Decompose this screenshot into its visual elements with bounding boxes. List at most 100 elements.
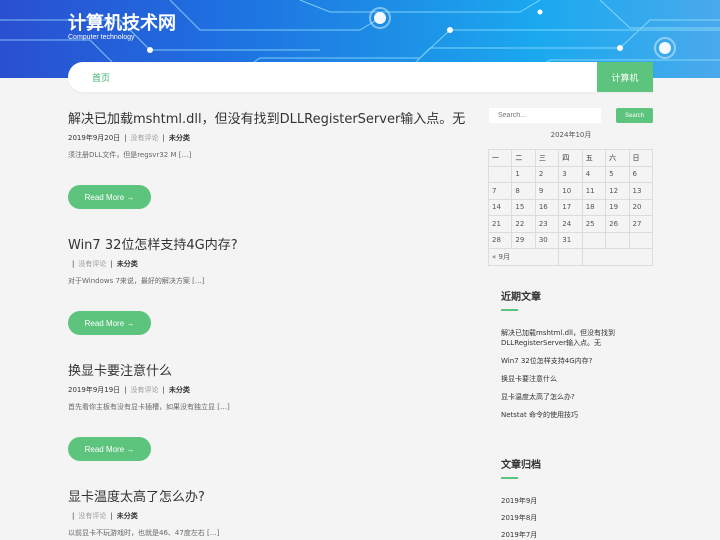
calendar-day-cell: 16 xyxy=(534,198,560,216)
post-article: Win7 32位怎样支持4G内存? | 没有评论 | 未分类 对于Windows 7来… xyxy=(68,234,458,286)
calendar-day-cell: 9 xyxy=(534,182,560,200)
calendar-day-cell: 14 xyxy=(487,198,513,216)
calendar-day-cell: 3 xyxy=(558,165,583,183)
weekday-label: 五 xyxy=(581,149,607,167)
meta-separator: | xyxy=(162,134,165,142)
post-comments-link[interactable]: 没有评论 xyxy=(78,260,106,268)
search-input[interactable] xyxy=(489,108,601,123)
weekday-label: 二 xyxy=(511,149,536,167)
archives-title: 文章归档 xyxy=(501,460,541,471)
calendar-cell xyxy=(558,248,583,266)
meta-separator: | xyxy=(72,260,75,268)
post-date[interactable]: 2019年9月20日 xyxy=(68,134,120,142)
calendar-day-cell: 1 xyxy=(511,165,536,183)
post-category-link[interactable]: 未分类 xyxy=(117,260,138,268)
calendar-day-cell: 22 xyxy=(511,215,536,233)
meta-separator: | xyxy=(72,512,75,520)
calendar-week-row: 123456 xyxy=(487,165,654,183)
recent-post-link[interactable]: Netstat 命令的使用技巧 xyxy=(501,410,651,420)
post-date[interactable]: 2019年9月19日 xyxy=(68,386,120,394)
post-title[interactable]: 解决已加载mshtml.dll，但没有找到DLLRegisterServer输入… xyxy=(68,108,465,127)
calendar-day-cell: 20 xyxy=(628,198,654,216)
calendar-day-cell: 18 xyxy=(581,198,607,216)
recent-posts-title: 近期文章 xyxy=(501,292,541,303)
read-more-button[interactable]: Read More → xyxy=(68,311,151,335)
calendar-caption: 2024年10月 xyxy=(550,131,592,139)
calendar-day-cell: 4 xyxy=(581,165,607,183)
archive-link[interactable]: 2019年9月 xyxy=(501,496,651,506)
calendar-day-cell xyxy=(487,165,513,183)
post-excerpt: 以前显卡不玩游戏时，也就是46、47度左右 […] xyxy=(68,529,220,537)
calendar-week-row: 7 8 9 10 11 12 13 xyxy=(487,182,654,200)
read-more-button[interactable]: Read More → xyxy=(68,437,151,461)
calendar-day-cell: 23 xyxy=(534,215,560,233)
post-meta: | 没有评论 | 未分类 xyxy=(68,259,458,269)
calendar-day-cell: 24 xyxy=(558,215,583,233)
calendar-weekday-row: 一 二 三 四 五 六 日 xyxy=(487,149,654,167)
recent-posts-underline xyxy=(501,309,518,311)
calendar-day-cell: 5 xyxy=(605,165,630,183)
post-meta: 2019年9月20日 | 没有评论 | 未分类 xyxy=(68,133,458,143)
weekday-label: 三 xyxy=(534,149,560,167)
post-title[interactable]: 换显卡要注意什么 xyxy=(68,360,458,379)
post-category-link[interactable]: 未分类 xyxy=(169,386,190,394)
weekday-label: 日 xyxy=(628,149,654,167)
calendar-day-cell xyxy=(605,231,630,249)
post-category-link[interactable]: 未分类 xyxy=(169,134,190,142)
calendar-day-cell: 29 xyxy=(511,231,536,249)
nav-item-home[interactable]: 首页 xyxy=(92,71,110,84)
post-excerpt: 须注册DLL文件，但是regsvr32 M […] xyxy=(68,151,192,159)
main-navigation: 首页 计算机 xyxy=(68,62,653,92)
recent-post-link[interactable]: 显卡温度太高了怎么办? xyxy=(501,392,651,402)
site-title[interactable]: 计算机技术网 xyxy=(68,9,176,35)
calendar-day-cell: 15 xyxy=(511,198,536,216)
archive-link[interactable]: 2019年7月 xyxy=(501,530,651,540)
post-meta: | 没有评论 | 未分类 xyxy=(68,511,458,521)
calendar-next-month-cell xyxy=(581,248,654,266)
calendar-day-cell: 25 xyxy=(581,215,607,233)
weekday-label: 一 xyxy=(487,149,513,167)
read-more-button[interactable]: Read More → xyxy=(68,185,151,209)
post-title[interactable]: Win7 32位怎样支持4G内存? xyxy=(68,234,458,253)
recent-post-link[interactable]: 解决已加载mshtml.dll，但没有找到DLLRegisterServer输入… xyxy=(501,328,651,348)
calendar-day-cell: 26 xyxy=(605,215,630,233)
calendar-day-cell: 17 xyxy=(558,198,583,216)
meta-separator: | xyxy=(124,134,127,142)
calendar-day-cell xyxy=(581,231,607,249)
calendar-nav-row: « 9月 xyxy=(487,248,654,266)
calendar-day-cell: 21 xyxy=(487,215,513,233)
calendar-day-cell: 12 xyxy=(605,182,630,200)
search-button[interactable]: Search xyxy=(616,108,653,123)
calendar-day-cell: 27 xyxy=(628,215,654,233)
calendar-prev-month-link[interactable]: « 9月 xyxy=(487,248,560,266)
calendar-week-row: 14 15 16 17 18 19 20 xyxy=(487,198,654,216)
nav-item-computer[interactable]: 计算机 xyxy=(597,62,653,92)
post-comments-link[interactable]: 没有评论 xyxy=(131,134,159,142)
weekday-label: 六 xyxy=(605,149,630,167)
calendar-day-cell: 10 xyxy=(558,182,583,200)
recent-posts-list: 解决已加载mshtml.dll，但没有找到DLLRegisterServer输入… xyxy=(501,328,651,420)
post-article: 换显卡要注意什么 2019年9月19日 | 没有评论 | 未分类 首先看你主板有没有显卡… xyxy=(68,360,458,412)
post-category-link[interactable]: 未分类 xyxy=(117,512,138,520)
post-comments-link[interactable]: 没有评论 xyxy=(78,512,106,520)
meta-separator: | xyxy=(110,512,113,520)
calendar-day-cell xyxy=(628,231,654,249)
post-title[interactable]: 显卡温度太高了怎么办? xyxy=(68,486,458,505)
calendar-day-cell: 6 xyxy=(628,165,654,183)
calendar-day-cell: 30 xyxy=(534,231,560,249)
recent-post-link[interactable]: Win7 32位怎样支持4G内存? xyxy=(501,356,651,366)
calendar-day-cell: 7 xyxy=(487,182,513,200)
calendar-day-cell: 31 xyxy=(558,231,583,249)
recent-post-link[interactable]: 换显卡要注意什么 xyxy=(501,374,651,384)
post-article: 解决已加载mshtml.dll，但没有找到DLLRegisterServer输入… xyxy=(68,108,465,160)
post-meta: 2019年9月19日 | 没有评论 | 未分类 xyxy=(68,385,458,395)
post-comments-link[interactable]: 没有评论 xyxy=(131,386,159,394)
calendar-day-cell: 11 xyxy=(581,182,607,200)
archives-list: 2019年9月 2019年8月 2019年7月 xyxy=(501,496,651,540)
calendar-day-cell: 13 xyxy=(628,182,654,200)
post-article: 显卡温度太高了怎么办? | 没有评论 | 未分类 以前显卡不玩游戏时，也就是46、47… xyxy=(68,486,458,538)
calendar-week-row: 21 22 23 24 25 26 27 xyxy=(487,215,654,233)
calendar-day-cell: 2 xyxy=(534,165,560,183)
archive-link[interactable]: 2019年8月 xyxy=(501,513,651,523)
calendar-table: 一 二 三 四 五 六 日 1 2 3 4 5 6 7 8 9 10 11 12 13 14 15 16 17 1… xyxy=(487,149,654,266)
